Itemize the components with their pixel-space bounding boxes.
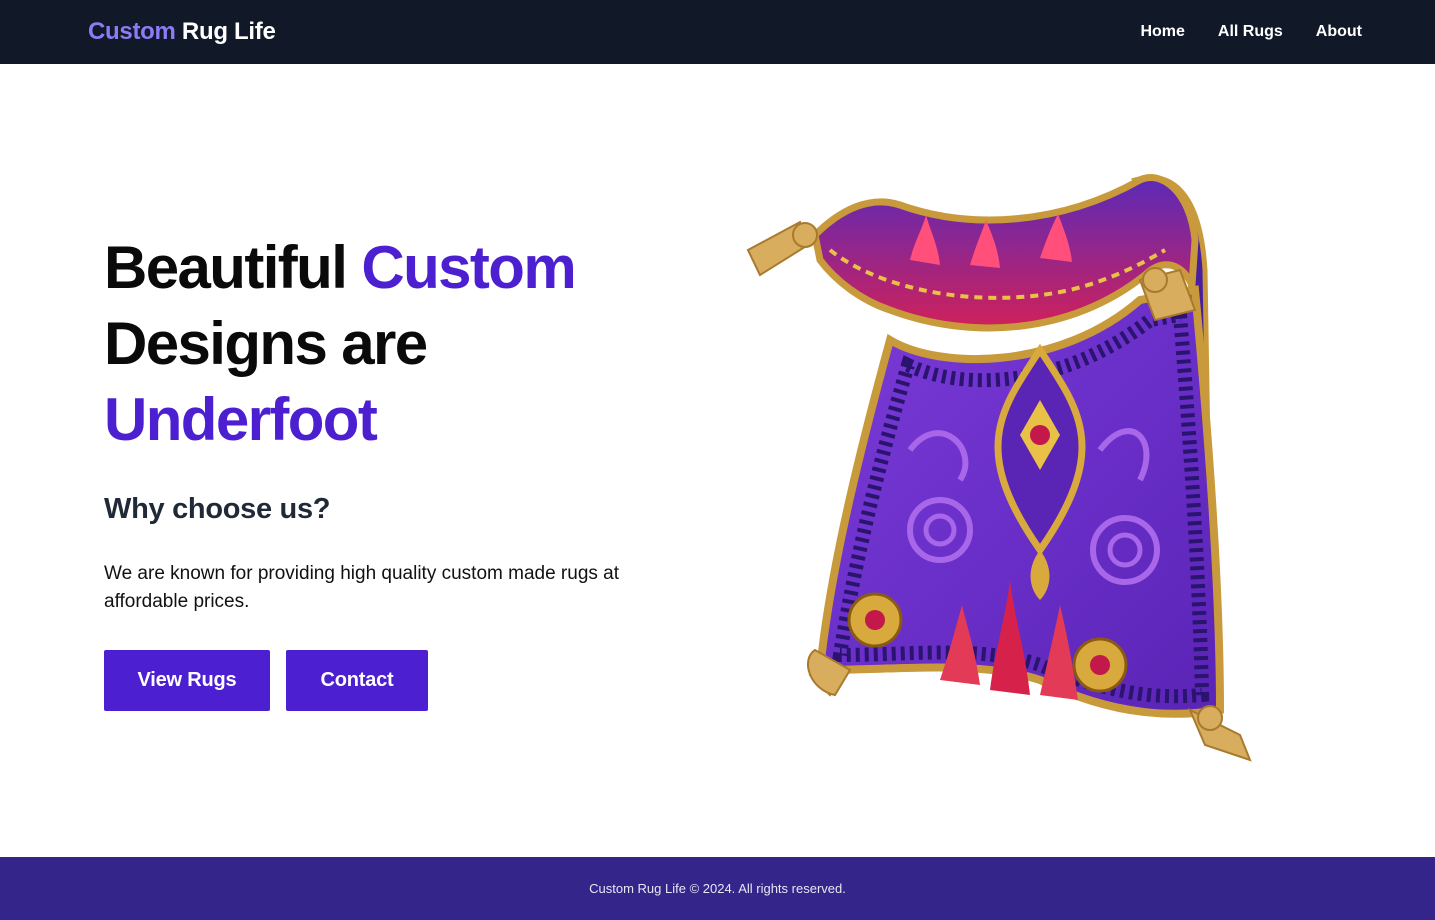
hero-title-word-beautiful: Beautiful <box>104 234 348 301</box>
hero-title-word-underfoot: Underfoot <box>104 386 378 453</box>
hero-title-word-custom: Custom <box>361 234 576 301</box>
nav-link-about[interactable]: About <box>1316 21 1362 43</box>
nav-link-home[interactable]: Home <box>1140 21 1184 43</box>
hero-title: Beautiful Custom Designs are Underfoot <box>104 230 664 458</box>
footer: Custom Rug Life © 2024. All rights reser… <box>0 857 1435 920</box>
brand-logo[interactable]: Custom Rug Life <box>88 17 276 47</box>
footer-copyright: Custom Rug Life © 2024. All rights reser… <box>589 880 846 896</box>
why-choose-us-heading: Why choose us? <box>104 493 331 525</box>
brand-name-accent: Custom <box>88 18 176 45</box>
hero-title-line-designs: Designs are <box>104 310 428 377</box>
magic-carpet-image <box>746 174 1252 762</box>
nav-links: Home All Rugs About <box>1140 21 1362 43</box>
hero-description: We are known for providing high quality … <box>104 563 620 612</box>
nav-link-all-rugs[interactable]: All Rugs <box>1218 21 1283 43</box>
contact-button[interactable]: Contact <box>286 650 428 711</box>
brand-name: Rug Life <box>181 18 276 45</box>
navbar: Custom Rug Life Home All Rugs About <box>0 0 1435 64</box>
view-rugs-button[interactable]: View Rugs <box>104 650 270 711</box>
